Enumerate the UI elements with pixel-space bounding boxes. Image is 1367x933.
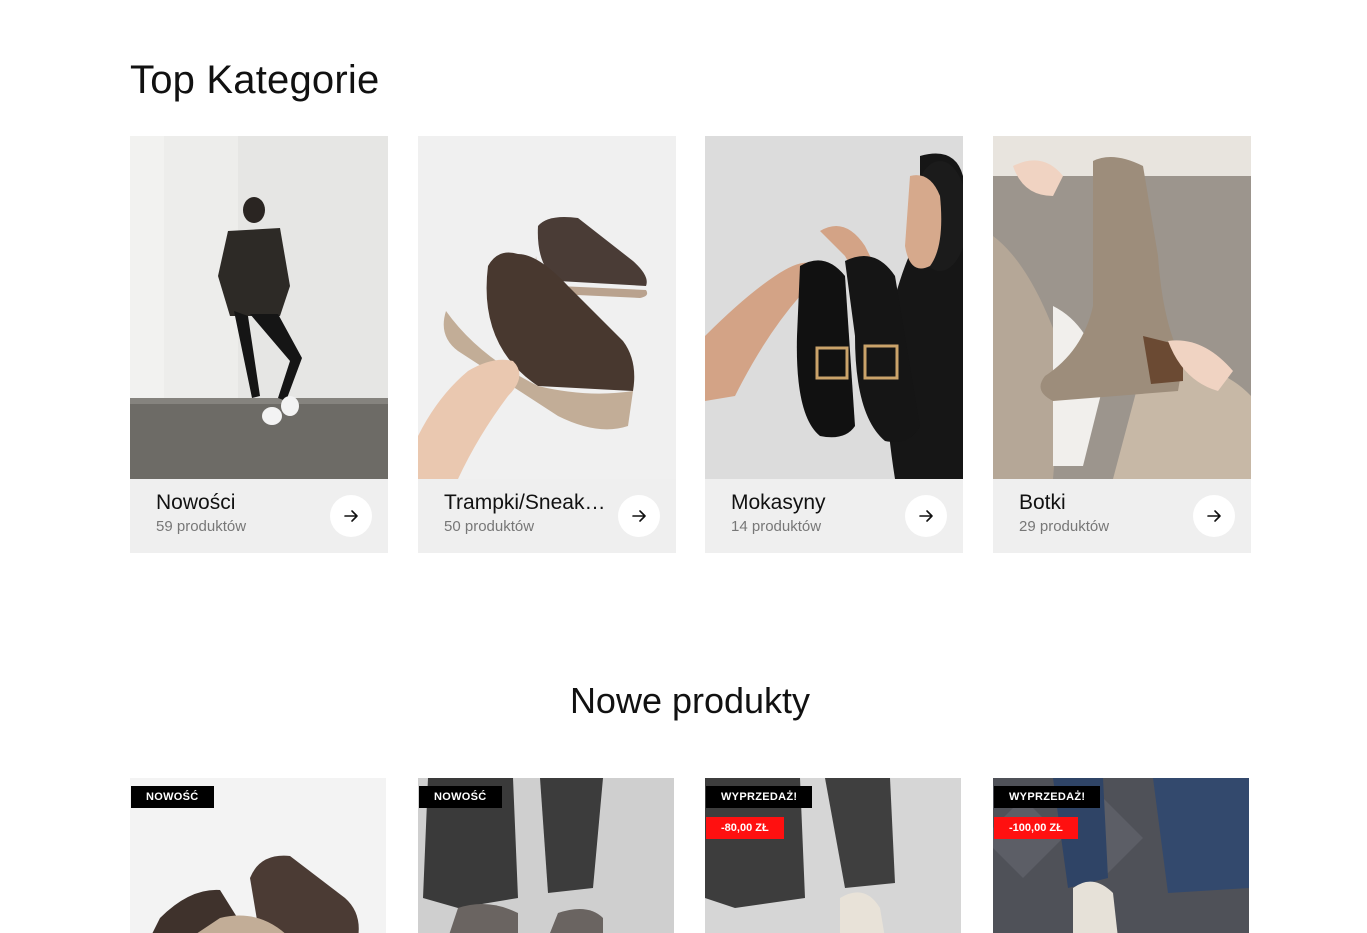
category-image[interactable] bbox=[993, 136, 1251, 479]
product-badge: WYPRZEDAŻ! bbox=[994, 786, 1101, 808]
arrow-right-icon bbox=[919, 510, 933, 522]
category-image[interactable] bbox=[705, 136, 963, 479]
category-arrow-button[interactable] bbox=[330, 495, 372, 537]
category-name[interactable]: Nowości bbox=[156, 491, 326, 515]
new-products-title: Nowe produkty bbox=[569, 680, 811, 721]
category-footer: Trampki/Sneakersy 50 produktów bbox=[418, 479, 676, 553]
category-footer: Nowości 59 produktów bbox=[130, 479, 388, 553]
category-arrow-button[interactable] bbox=[618, 495, 660, 537]
product-badge: WYPRZEDAŻ! bbox=[706, 786, 813, 808]
product-badge: NOWOŚĆ bbox=[419, 786, 502, 808]
category-card-nowosci[interactable]: Nowości 59 produktów bbox=[130, 136, 388, 553]
product-card[interactable]: WYPRZEDAŻ! -100,00 ZŁ bbox=[993, 778, 1249, 933]
category-name[interactable]: Mokasyny bbox=[731, 491, 901, 515]
discount-badge: -80,00 ZŁ bbox=[706, 817, 784, 839]
arrow-right-icon bbox=[632, 510, 646, 522]
category-footer: Mokasyny 14 produktów bbox=[705, 479, 963, 553]
category-count: 50 produktów bbox=[444, 518, 535, 535]
category-image[interactable] bbox=[130, 136, 388, 479]
category-arrow-button[interactable] bbox=[905, 495, 947, 537]
category-arrow-button[interactable] bbox=[1193, 495, 1235, 537]
product-badge: NOWOŚĆ bbox=[131, 786, 214, 808]
category-name[interactable]: Botki bbox=[1019, 491, 1189, 515]
category-card-botki[interactable]: Botki 29 produktów bbox=[993, 136, 1251, 553]
product-card[interactable]: NOWOŚĆ bbox=[418, 778, 674, 933]
category-name[interactable]: Trampki/Sneakersy bbox=[444, 491, 614, 515]
arrow-right-icon bbox=[344, 510, 358, 522]
category-image[interactable] bbox=[418, 136, 676, 479]
product-card[interactable]: WYPRZEDAŻ! -80,00 ZŁ bbox=[705, 778, 961, 933]
category-count: 14 produktów bbox=[731, 518, 822, 535]
category-card-trampki[interactable]: Trampki/Sneakersy 50 produktów bbox=[418, 136, 676, 553]
category-count: 59 produktów bbox=[156, 518, 247, 535]
product-card[interactable]: NOWOŚĆ bbox=[130, 778, 386, 933]
category-card-mokasyny[interactable]: Mokasyny 14 produktów bbox=[705, 136, 963, 553]
category-count: 29 produktów bbox=[1019, 518, 1110, 535]
top-categories-title: Top Kategorie bbox=[130, 58, 380, 102]
arrow-right-icon bbox=[1207, 510, 1221, 522]
discount-badge: -100,00 ZŁ bbox=[994, 817, 1078, 839]
category-footer: Botki 29 produktów bbox=[993, 479, 1251, 553]
